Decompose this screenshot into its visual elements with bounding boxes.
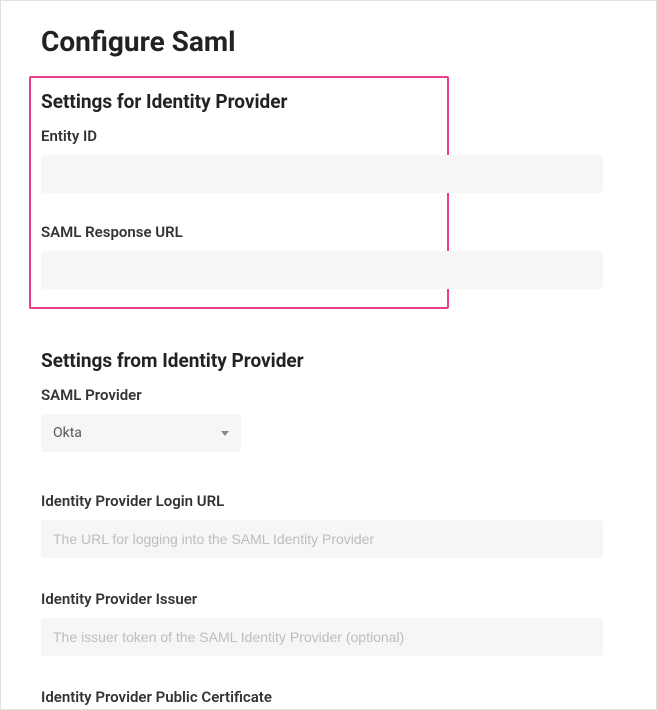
saml-provider-selected-value: Okta xyxy=(53,425,221,441)
settings-for-identity-provider-section: Settings for Identity Provider Entity ID… xyxy=(29,76,449,309)
entity-id-input[interactable] xyxy=(41,155,603,193)
settings-from-identity-provider-section: Settings from Identity Provider SAML Pro… xyxy=(41,349,616,706)
idp-login-url-label: Identity Provider Login URL xyxy=(41,492,616,510)
chevron-down-icon xyxy=(221,431,229,436)
saml-response-url-label: SAML Response URL xyxy=(41,223,437,241)
entity-id-field-group: Entity ID xyxy=(41,127,437,193)
idp-issuer-input[interactable] xyxy=(41,618,603,656)
settings-for-heading: Settings for Identity Provider xyxy=(41,90,437,113)
page-title: Configure Saml xyxy=(41,25,616,58)
idp-login-url-input[interactable] xyxy=(41,520,603,558)
settings-from-heading: Settings from Identity Provider xyxy=(41,349,616,372)
idp-public-cert-field-group: Identity Provider Public Certificate xyxy=(41,688,616,706)
saml-provider-label: SAML Provider xyxy=(41,386,616,404)
entity-id-label: Entity ID xyxy=(41,127,437,145)
saml-response-url-field-group: SAML Response URL xyxy=(41,223,437,289)
idp-login-url-field-group: Identity Provider Login URL xyxy=(41,492,616,558)
idp-public-cert-label: Identity Provider Public Certificate xyxy=(41,688,616,706)
idp-issuer-label: Identity Provider Issuer xyxy=(41,590,616,608)
saml-response-url-input[interactable] xyxy=(41,251,603,289)
saml-provider-field-group: SAML Provider Okta xyxy=(41,386,616,452)
idp-issuer-field-group: Identity Provider Issuer xyxy=(41,590,616,656)
saml-provider-select[interactable]: Okta xyxy=(41,414,241,452)
